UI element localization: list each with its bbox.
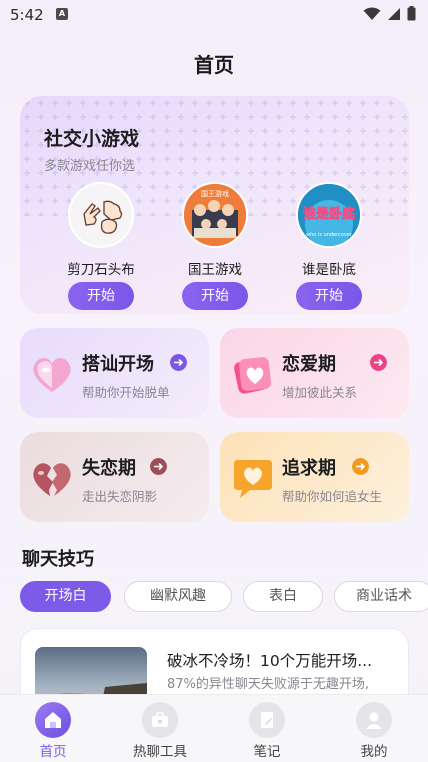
start-button[interactable]: 开始 <box>296 282 362 310</box>
rock-paper-scissors-icon <box>68 182 134 248</box>
stage-subtitle: 走出失恋阴影 <box>82 489 158 504</box>
notebook-icon <box>249 702 285 738</box>
tab-business-talk[interactable]: 商业话术 <box>334 581 428 612</box>
game-name: 谁是卧底 <box>302 262 356 278</box>
article-title: 破冰不冷场！10个万能开场... <box>167 652 373 670</box>
stage-title: 恋爱期 <box>282 354 336 375</box>
games-title: 社交小游戏 <box>44 128 140 150</box>
tab-opening-line[interactable]: 开场白 <box>20 581 111 612</box>
stage-title: 失恋期 <box>82 458 136 479</box>
nav-item-chat-tools[interactable]: 热聊工具 <box>115 702 205 760</box>
stage-subtitle: 帮助你如何追女生 <box>282 489 383 504</box>
nav-label: 热聊工具 <box>133 744 187 760</box>
battery-icon <box>407 6 416 21</box>
status-bar: 5:42 A <box>0 0 428 30</box>
status-time: 5:42 <box>10 6 44 24</box>
notification-icon: A <box>56 8 68 20</box>
start-button[interactable]: 开始 <box>68 282 134 310</box>
page-title: 首页 <box>194 53 234 77</box>
status-indicators <box>363 6 416 21</box>
bottom-navigation: 首页 热聊工具 笔记 我的 <box>0 694 428 762</box>
toolbox-icon <box>142 702 178 738</box>
svg-text:国王游戏: 国王游戏 <box>201 189 229 198</box>
tab-confession[interactable]: 表白 <box>243 581 323 612</box>
social-games-card: 社交小游戏 多款游戏任你选 剪刀石头布 开始 国王游戏 国王游戏 开始 谁是卧底… <box>20 96 409 314</box>
tab-humor[interactable]: 幽默风趣 <box>124 581 232 612</box>
svg-text:who is undercover: who is undercover <box>306 232 353 238</box>
start-button[interactable]: 开始 <box>182 282 248 310</box>
games-subtitle: 多款游戏任你选 <box>44 159 136 174</box>
stage-card-approach[interactable]: 搭讪开场 帮助你开始脱单 <box>20 328 209 418</box>
nav-label: 首页 <box>39 744 67 760</box>
game-name: 国王游戏 <box>188 262 242 278</box>
stage-card-breakup[interactable]: 失恋期 走出失恋阴影 <box>20 432 209 522</box>
arrow-right-icon <box>170 354 187 371</box>
heart-chat-icon <box>234 460 272 498</box>
stage-title: 追求期 <box>282 458 336 479</box>
broken-heart-icon <box>33 463 71 496</box>
king-game-icon: 国王游戏 <box>182 182 248 248</box>
heart-bubble-icon <box>33 357 71 392</box>
arrow-right-icon <box>150 458 167 475</box>
nav-item-notes[interactable]: 笔记 <box>222 702 312 760</box>
nav-item-mine[interactable]: 我的 <box>329 702 419 760</box>
stage-title: 搭讪开场 <box>82 354 154 375</box>
stage-subtitle: 增加彼此关系 <box>282 385 358 400</box>
arrow-right-icon <box>370 354 387 371</box>
wifi-icon <box>363 7 381 20</box>
stage-subtitle: 帮助你开始脱单 <box>82 385 170 400</box>
section-title-chat-skills: 聊天技巧 <box>22 549 94 570</box>
article-description: 87%的异性聊天失败源于无趣开场, <box>167 677 370 692</box>
nav-label: 我的 <box>360 744 388 760</box>
signal-icon <box>388 7 400 20</box>
nav-label: 笔记 <box>253 744 281 760</box>
game-undercover[interactable]: 谁是卧底 who is undercover 谁是卧底 开始 <box>279 182 379 310</box>
nav-item-home[interactable]: 首页 <box>8 702 98 760</box>
stage-card-pursuit[interactable]: 追求期 帮助你如何追女生 <box>220 432 409 522</box>
home-icon <box>35 702 71 738</box>
user-icon <box>356 702 392 738</box>
game-king-game[interactable]: 国王游戏 国王游戏 开始 <box>165 182 265 310</box>
game-rock-paper-scissors[interactable]: 剪刀石头布 开始 <box>51 182 151 310</box>
stage-card-love[interactable]: 恋爱期 增加彼此关系 <box>220 328 409 418</box>
svg-text:谁是卧底: 谁是卧底 <box>303 206 355 222</box>
heart-card-icon <box>234 357 271 394</box>
arrow-right-icon <box>352 458 369 475</box>
game-name: 剪刀石头布 <box>67 262 135 278</box>
undercover-icon: 谁是卧底 who is undercover <box>296 182 362 248</box>
